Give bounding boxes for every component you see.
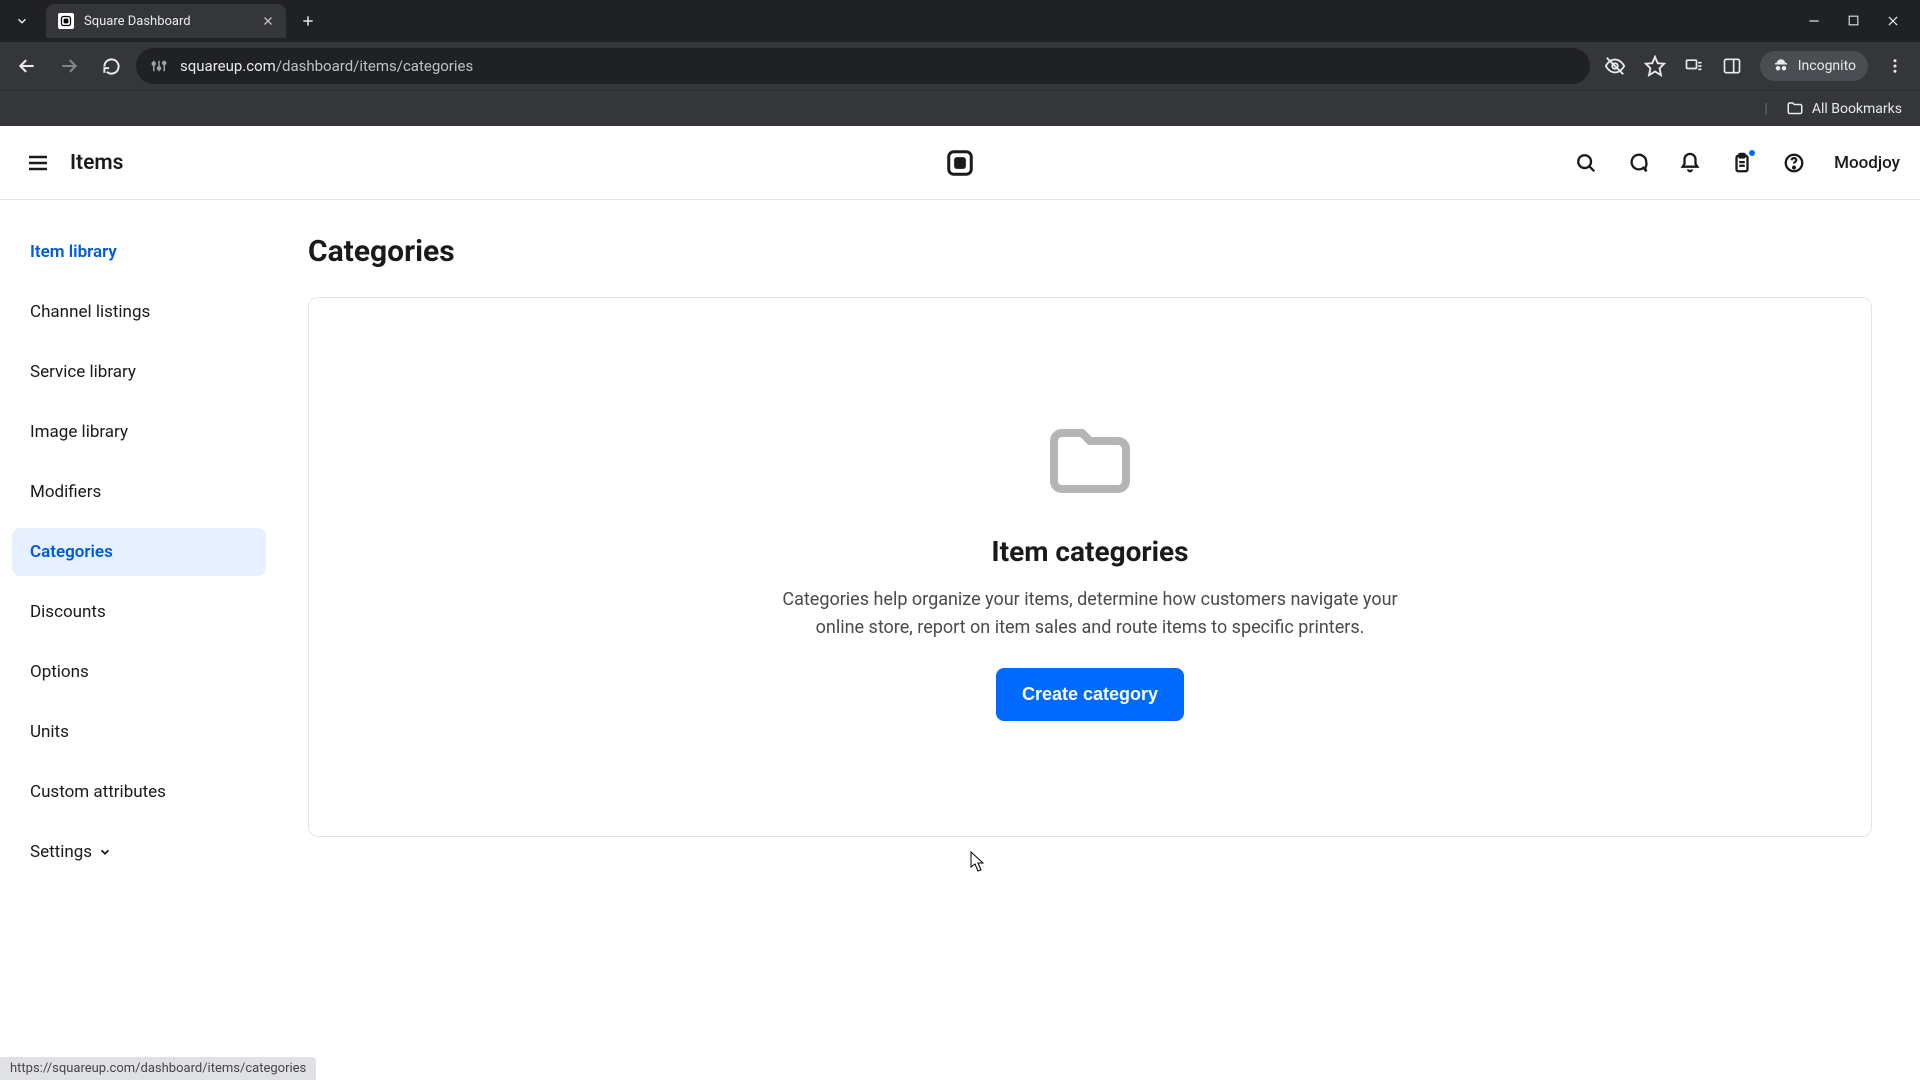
eye-off-icon[interactable] — [1604, 55, 1626, 77]
kebab-menu-icon[interactable] — [1886, 57, 1904, 75]
app-header: Items Moodjoy — [0, 126, 1920, 200]
chevron-down-icon — [98, 845, 112, 859]
chat-icon[interactable] — [1626, 151, 1650, 175]
star-icon[interactable] — [1644, 55, 1666, 77]
status-bar: https://squareup.com/dashboard/items/cat… — [0, 1057, 316, 1080]
site-settings-icon[interactable] — [150, 57, 168, 75]
toolbar-right: Incognito — [1598, 51, 1910, 81]
media-icon[interactable] — [1684, 56, 1704, 76]
help-icon[interactable] — [1782, 151, 1806, 175]
folder-icon — [1042, 413, 1138, 509]
sidebar-item-label: Channel listings — [30, 302, 150, 322]
url-text: squareup.com/dashboard/items/categories — [180, 57, 473, 75]
sidebar-item-label: Image library — [30, 422, 128, 442]
back-button[interactable] — [10, 49, 44, 83]
close-window-icon[interactable] — [1886, 14, 1900, 28]
sidebar-item-label: Custom attributes — [30, 782, 166, 802]
hamburger-menu[interactable] — [20, 145, 56, 181]
search-icon[interactable] — [1574, 151, 1598, 175]
bell-icon[interactable] — [1678, 151, 1702, 175]
sidebar-item-units[interactable]: Units — [12, 708, 266, 756]
sidebar-item-service-library[interactable]: Service library — [12, 348, 266, 396]
sidebar-item-label: Discounts — [30, 602, 106, 622]
empty-state-card: Item categories Categories help organize… — [308, 297, 1872, 837]
create-category-button[interactable]: Create category — [996, 668, 1184, 721]
new-tab-button[interactable] — [294, 7, 322, 35]
reload-button[interactable] — [94, 49, 128, 83]
sidebar-item-label: Options — [30, 662, 89, 682]
window-controls — [1807, 14, 1920, 28]
section-title: Items — [70, 151, 123, 175]
sidebar-item-modifiers[interactable]: Modifiers — [12, 468, 266, 516]
sidebar-item-label: Settings — [30, 842, 92, 862]
incognito-chip[interactable]: Incognito — [1760, 51, 1868, 81]
bookmarks-bar: | All Bookmarks — [0, 90, 1920, 126]
header-actions: Moodjoy — [1574, 151, 1900, 175]
app: Items Moodjoy Item library Channel listi… — [0, 126, 1920, 1080]
address-bar[interactable]: squareup.com/dashboard/items/categories — [136, 48, 1590, 84]
sidebar-item-label: Modifiers — [30, 482, 101, 502]
sidebar-item-label: Service library — [30, 362, 136, 382]
main-content: Categories Item categories Categories he… — [280, 200, 1920, 1080]
tab-search-caret[interactable] — [8, 7, 36, 35]
browser-chrome: Square Dashboard square — [0, 0, 1920, 126]
notification-dot — [1747, 148, 1757, 158]
browser-toolbar: squareup.com/dashboard/items/categories … — [0, 42, 1920, 90]
tab-strip: Square Dashboard — [0, 0, 1920, 42]
sidebar-item-options[interactable]: Options — [12, 648, 266, 696]
browser-tab[interactable]: Square Dashboard — [46, 4, 286, 38]
sidebar-item-image-library[interactable]: Image library — [12, 408, 266, 456]
sidebar-item-item-library[interactable]: Item library — [12, 228, 266, 276]
folder-icon — [1786, 100, 1804, 118]
sidebar-item-label: Categories — [30, 542, 113, 562]
square-favicon — [58, 13, 74, 29]
maximize-icon[interactable] — [1847, 14, 1860, 28]
square-logo[interactable] — [944, 147, 976, 179]
sidebar-item-discounts[interactable]: Discounts — [12, 588, 266, 636]
sidebar-item-channel-listings[interactable]: Channel listings — [12, 288, 266, 336]
empty-state-title: Item categories — [991, 535, 1188, 568]
page-title: Categories — [308, 234, 1872, 269]
sidebar-item-custom-attributes[interactable]: Custom attributes — [12, 768, 266, 816]
empty-state-description: Categories help organize your items, det… — [760, 586, 1420, 642]
panel-icon[interactable] — [1722, 56, 1742, 76]
incognito-label: Incognito — [1798, 58, 1856, 74]
forward-button[interactable] — [52, 49, 86, 83]
all-bookmarks-link[interactable]: All Bookmarks — [1812, 101, 1902, 117]
minimize-icon[interactable] — [1807, 14, 1821, 28]
close-tab-icon[interactable] — [262, 15, 274, 27]
clipboard-icon[interactable] — [1730, 151, 1754, 175]
sidebar: Item library Channel listings Service li… — [0, 200, 280, 1080]
tab-title: Square Dashboard — [84, 14, 191, 29]
username[interactable]: Moodjoy — [1834, 153, 1900, 173]
sidebar-item-settings[interactable]: Settings — [12, 828, 266, 876]
sidebar-item-label: Units — [30, 722, 69, 742]
sidebar-item-categories[interactable]: Categories — [12, 528, 266, 576]
sidebar-item-label: Item library — [30, 242, 117, 262]
